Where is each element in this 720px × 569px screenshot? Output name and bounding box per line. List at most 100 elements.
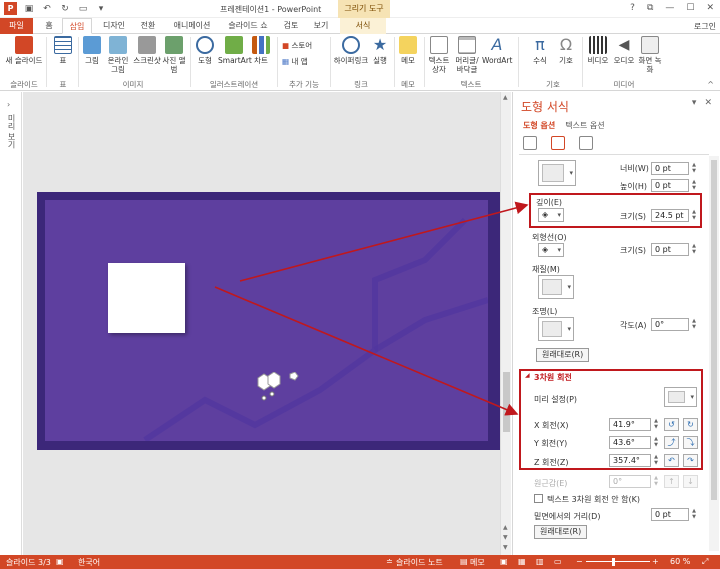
reset-bevel-button[interactable]: 원래대로(R) (536, 348, 590, 362)
pane-scrollbar[interactable] (709, 156, 719, 551)
reset-rotation-button[interactable]: 원래대로(R) (534, 525, 588, 539)
comment-button[interactable]: 메모 (396, 36, 420, 65)
tab-home[interactable]: 홈 (36, 18, 62, 34)
scroll-down-icon[interactable]: ▼ (503, 544, 508, 551)
previous-slide-icon[interactable]: ▲ (503, 524, 508, 531)
fill-line-icon[interactable] (523, 136, 537, 150)
maximize-icon[interactable]: ☐ (686, 3, 694, 13)
tab-view[interactable]: 보기 (308, 18, 334, 34)
y-rotation-spinner[interactable]: ▲ ▼ (652, 436, 660, 449)
z-rotation-input[interactable]: 357.4° (609, 454, 651, 467)
hyperlink-button[interactable]: 하이퍼링크 (332, 36, 370, 65)
z-rotation-spinner[interactable]: ▲ ▼ (652, 454, 660, 467)
audio-button[interactable]: ◀ 오디오 (612, 36, 636, 65)
size-properties-icon[interactable] (579, 136, 593, 150)
table-button[interactable]: 표 (50, 36, 76, 65)
tab-slideshow[interactable]: 슬라이드 쇼 (222, 18, 274, 34)
symbol-button[interactable]: Ω 기호 (554, 36, 578, 66)
zoom-in-icon[interactable]: + (652, 557, 659, 566)
smartart-button[interactable]: SmartArt (218, 36, 252, 65)
rotate-clockwise-z-icon[interactable]: ↷ (683, 454, 698, 467)
distance-input[interactable]: 0 pt (651, 508, 689, 521)
zoom-out-icon[interactable]: − (576, 557, 583, 566)
tab-insert[interactable]: 삽입 (62, 18, 92, 34)
pane-options-icon[interactable]: ▾ (692, 98, 697, 108)
3d-rotation-section-title[interactable]: 3차원 회전 (534, 372, 572, 383)
x-rotation-spinner[interactable]: ▲ ▼ (652, 418, 660, 431)
sign-in-link[interactable]: 로그인 (694, 21, 716, 32)
screen-recording-button[interactable]: 화면 녹화 (638, 36, 662, 74)
zoom-slider[interactable] (586, 561, 650, 562)
expand-thumbnails-icon[interactable]: › (7, 100, 10, 109)
rotate-left-x-icon[interactable]: ↺ (664, 418, 679, 431)
distance-spinner[interactable]: ▲ ▼ (690, 508, 698, 521)
height-spinner[interactable]: ▲ ▼ (690, 179, 698, 192)
height-input[interactable]: 0 pt (651, 179, 689, 192)
thumbnails-label[interactable]: 미리 보기 (6, 114, 17, 149)
help-icon[interactable]: ? (630, 3, 635, 13)
reading-view-icon[interactable]: ▥ (536, 557, 544, 566)
slide-counter[interactable]: 슬라이드 3/3 (6, 557, 51, 568)
contour-size-spinner[interactable]: ▲ ▼ (690, 243, 698, 256)
header-footer-button[interactable]: 머리글/바닥글 (452, 36, 482, 74)
zoom-slider-thumb[interactable] (612, 558, 615, 566)
tab-review[interactable]: 검토 (278, 18, 304, 34)
spell-check-icon[interactable]: ▣ (56, 557, 64, 566)
customize-toolbar-icon[interactable]: ▾ (95, 3, 107, 15)
text-box-button[interactable]: 텍스트 상자 (426, 36, 452, 74)
x-rotation-input[interactable]: 41.9° (609, 418, 651, 431)
tab-animations[interactable]: 애니메이션 (166, 18, 218, 34)
y-rotation-input[interactable]: 43.6° (609, 436, 651, 449)
powerpoint-app-icon[interactable]: P (4, 2, 17, 15)
pictures-button[interactable]: 그림 (80, 36, 104, 65)
normal-view-icon[interactable]: ▣ (500, 557, 508, 566)
undo-icon[interactable]: ↶ (41, 3, 53, 15)
rotate-right-x-icon[interactable]: ↻ (683, 418, 698, 431)
action-button[interactable]: ★ 실행 (370, 36, 390, 66)
bevel-top-dropdown[interactable]: ▾ (538, 160, 576, 186)
depth-color-dropdown[interactable]: ◈ ▾ (538, 208, 564, 222)
comments-button[interactable]: 메모 (470, 557, 485, 568)
ribbon-display-icon[interactable]: ⧉ (647, 3, 653, 13)
contour-size-input[interactable]: 0 pt (651, 243, 689, 256)
tab-file[interactable]: 파일 (0, 18, 33, 34)
start-slideshow-icon[interactable]: ▭ (77, 3, 89, 15)
depth-size-spinner[interactable]: ▲ ▼ (690, 209, 698, 222)
zoom-level[interactable]: 60 % (670, 557, 690, 566)
new-slide-button[interactable]: 새 슬라이드 (4, 36, 44, 65)
shapes-button[interactable]: 도형 (192, 36, 218, 65)
effects-icon[interactable] (551, 136, 565, 150)
equation-button[interactable]: π 수식 (528, 36, 552, 66)
screenshot-button[interactable]: 스크린샷 (132, 36, 162, 65)
online-pictures-button[interactable]: 온라인 그림 (104, 36, 132, 74)
tab-design[interactable]: 디자인 (96, 18, 132, 34)
rotate-up-y-icon[interactable]: ⤴ (664, 436, 679, 449)
minimize-icon[interactable]: — (665, 3, 674, 13)
tab-format[interactable]: 서식 (340, 18, 386, 34)
video-button[interactable]: 비디오 (586, 36, 610, 65)
material-dropdown[interactable]: ▾ (538, 275, 574, 299)
section-collapse-icon[interactable]: ◢ (525, 372, 530, 379)
3d-rotated-shape[interactable] (108, 263, 185, 333)
notes-button[interactable]: 슬라이드 노트 (396, 557, 443, 568)
angle-input[interactable]: 0° (651, 318, 689, 331)
save-icon[interactable]: ▣ (23, 3, 35, 15)
scrollbar-thumb[interactable] (503, 372, 510, 432)
angle-spinner[interactable]: ▲ ▼ (690, 318, 698, 331)
shape-selection-handles[interactable] (250, 371, 302, 404)
contour-color-dropdown[interactable]: ◈ ▾ (538, 243, 564, 257)
slide-vertical-scrollbar[interactable]: ▲ ▲ ▼ ▼ (500, 92, 511, 555)
wordart-button[interactable]: A WordArt (482, 36, 512, 66)
rotate-counterclockwise-z-icon[interactable]: ↶ (664, 454, 679, 467)
language-indicator[interactable]: 한국어 (78, 557, 100, 568)
pane-close-icon[interactable]: ✕ (704, 98, 712, 108)
scroll-up-icon[interactable]: ▲ (503, 94, 508, 101)
rotation-preset-dropdown[interactable]: ▾ (664, 387, 697, 407)
photo-album-button[interactable]: 사진 앨범 (162, 36, 186, 74)
fit-to-window-icon[interactable]: ⤢ (702, 557, 708, 567)
slide-sorter-icon[interactable]: ▦ (518, 557, 526, 566)
keep-text-flat-checkbox[interactable] (534, 494, 543, 503)
next-slide-icon[interactable]: ▼ (503, 534, 508, 541)
width-input[interactable]: 0 pt (651, 162, 689, 175)
tab-transitions[interactable]: 전환 (134, 18, 162, 34)
